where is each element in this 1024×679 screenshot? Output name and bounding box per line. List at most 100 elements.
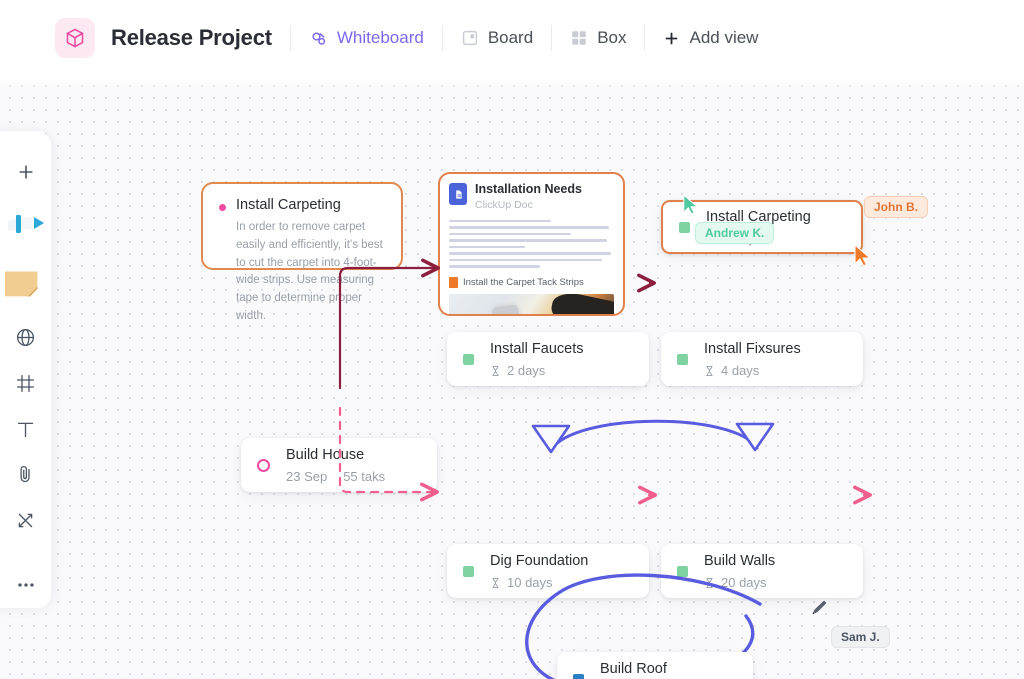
doc-subtitle: ClickUp Doc (475, 198, 533, 211)
arrow-cursor (683, 194, 698, 215)
doc-card-installation-needs[interactable]: Installation Needs ClickUp Doc Install t… (438, 172, 625, 316)
sticky-note-install-carpeting[interactable]: Install Carpeting In order to remove car… (201, 182, 403, 322)
task-card-dig-foundation[interactable]: Dig Foundation 10 days (447, 544, 649, 598)
arrowhead-right (735, 422, 775, 452)
ellipsis-icon (17, 583, 34, 587)
arrowhead-left (531, 424, 571, 454)
doc-title-block: Installation Needs ClickUp Doc (475, 182, 582, 211)
connector-arrows-icon (18, 514, 33, 528)
add-view-button[interactable]: Add view (663, 28, 758, 48)
doc-header: Installation Needs ClickUp Doc (449, 182, 614, 211)
pen-tool[interactable] (5, 197, 47, 253)
sticky-note-icon (4, 271, 37, 297)
collaborator-chip-sam-j: Sam J. (831, 626, 890, 648)
doc-preview: Installation Needs ClickUp Doc Install t… (449, 182, 614, 314)
task-count-label: 55 taks (343, 469, 386, 485)
note-body: In order to remove carpet easily and eff… (236, 221, 383, 323)
tab-board-label: Board (487, 28, 534, 47)
plus-icon (18, 165, 33, 179)
task-duration-label: 10 days (507, 575, 553, 591)
app-header: Release Project Whiteboard Board Box Add… (0, 0, 1024, 76)
cursor-john-b (853, 244, 873, 273)
cursor-andrew-k (682, 194, 700, 221)
whiteboard-icon (309, 29, 328, 48)
task-duration: 4 days (704, 363, 801, 378)
text-tool[interactable] (5, 406, 47, 452)
header-divider-2 (441, 25, 443, 51)
task-content: Dig Foundation 10 days (490, 552, 588, 590)
status-dot (463, 353, 474, 365)
status-dot (573, 673, 584, 679)
task-card-build-walls[interactable]: Build Walls 20 days (661, 544, 863, 598)
task-duration: 20 days (704, 575, 775, 590)
doc-line (449, 226, 610, 229)
task-title: Dig Foundation (490, 552, 589, 569)
tab-whiteboard-label: Whiteboard (336, 28, 424, 47)
status-dot (677, 565, 688, 577)
task-card-install-faucets[interactable]: Install Faucets 2 days (447, 332, 649, 386)
hourglass-icon (706, 577, 713, 588)
collaborator-chip-andrew-k: Andrew K. (695, 222, 775, 244)
collaborator-chip-john-b: John B. (864, 196, 928, 218)
frame-tool[interactable] (5, 360, 47, 406)
task-card-build-house[interactable]: Build House 23 Sep 55 taks (241, 438, 437, 492)
left-toolbar (0, 131, 51, 608)
task-card-install-fixsures[interactable]: Install Fixsures 4 days (661, 332, 863, 386)
more-tool[interactable] (5, 562, 47, 608)
doc-line (449, 252, 611, 255)
task-content: Install Faucets 2 days (490, 340, 584, 378)
doc-line (449, 219, 552, 223)
task-title: Build Roof (600, 660, 667, 677)
task-title: Install Faucets (490, 340, 584, 357)
status-dot (463, 565, 474, 577)
add-tool[interactable] (5, 149, 47, 195)
task-duration-label: 20 days (721, 575, 767, 591)
doc-line (449, 258, 603, 262)
tab-board[interactable]: Board (461, 28, 533, 48)
tab-box[interactable]: Box (570, 28, 626, 48)
note-title: Install Carpeting (236, 197, 341, 213)
box-grid-icon (570, 29, 588, 47)
task-title: Build House (286, 446, 365, 463)
paperclip-icon (20, 466, 30, 483)
whiteboard-app: Release Project Whiteboard Board Box Add… (0, 0, 1024, 679)
photo-glove (491, 304, 522, 314)
note-bullet-icon (219, 204, 226, 211)
doc-section-heading: Install the Carpet Tack Strips (449, 276, 614, 288)
sticky-note-tool[interactable] (4, 255, 47, 312)
doc-body-lines (449, 219, 614, 268)
add-view-label: Add view (689, 28, 759, 47)
whiteboard-canvas[interactable]: Install Carpeting In order to remove car… (0, 76, 1024, 679)
doc-section-title: Install the Carpet Tack Strips (463, 276, 584, 288)
tab-whiteboard[interactable]: Whiteboard (309, 28, 424, 48)
header-divider-4 (644, 25, 646, 51)
task-meta: 23 Sep 55 taks (286, 469, 385, 484)
blue-double-arrow-arc (549, 419, 759, 452)
note-header: Install Carpeting (219, 197, 385, 213)
task-content: Install Fixsures 4 days (704, 340, 801, 378)
doc-line (449, 245, 525, 249)
connector-tool[interactable] (5, 498, 47, 544)
task-duration: 10 days (490, 575, 588, 590)
task-card-build-roof[interactable]: Build Roof 10 days (557, 652, 753, 679)
task-date-label: 23 Sep (286, 469, 328, 485)
section-badge-icon (449, 276, 458, 288)
web-embed-tool[interactable] (5, 314, 47, 360)
task-title: Build Walls (704, 552, 776, 569)
header-divider-1 (289, 25, 291, 51)
pencil-cursor (811, 599, 828, 616)
doc-title: Installation Needs (475, 182, 582, 196)
doc-icon (449, 183, 467, 205)
cursor-sam-j (808, 596, 830, 625)
task-content: Build Roof 10 days (600, 660, 667, 679)
hourglass-icon (492, 577, 499, 588)
task-duration: 2 days (490, 363, 584, 378)
doc-line (449, 265, 540, 268)
doc-line (449, 239, 608, 242)
status-dot (677, 353, 688, 365)
globe-icon (16, 328, 35, 346)
attachment-tool[interactable] (5, 452, 47, 498)
board-icon (461, 29, 479, 47)
status-ring-icon (257, 458, 270, 472)
task-content: Build Walls 20 days (704, 552, 775, 590)
